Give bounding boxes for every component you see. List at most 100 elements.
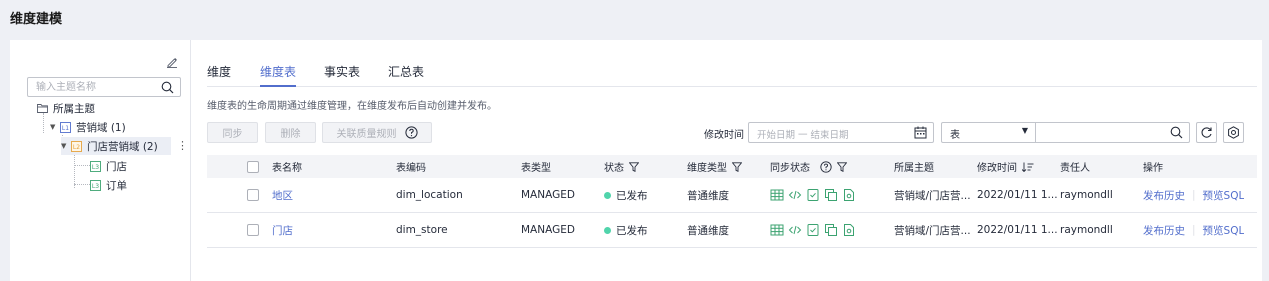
folder-icon bbox=[37, 103, 48, 113]
tab-dimension-table[interactable]: 维度表 bbox=[260, 63, 297, 87]
table-row: 门店 dim_store MANAGED 已发布 普通维度 营销域/门店营...… bbox=[207, 213, 1257, 248]
sync-status-cell bbox=[770, 178, 856, 212]
select-all-checkbox[interactable] bbox=[247, 160, 259, 173]
row-checkbox[interactable] bbox=[247, 224, 259, 236]
delete-button[interactable]: 删除 bbox=[265, 122, 316, 143]
op-separator: | bbox=[1192, 189, 1196, 201]
status-dot bbox=[604, 226, 611, 234]
select-all-cell bbox=[247, 155, 259, 178]
tab-bar: 维度 维度表 事实表 汇总表 bbox=[207, 63, 1257, 87]
tree-node-label: 营销域 (1) bbox=[76, 121, 126, 134]
op-separator: | bbox=[1192, 224, 1196, 236]
table-header: 表名称 表编码 表类型 状态 维度类型 同步状态 所属主题 修改时间 责任人 操… bbox=[207, 155, 1257, 178]
caret-down-icon[interactable]: ▼ bbox=[50, 123, 60, 131]
header-status-cell: 状态 bbox=[604, 155, 639, 178]
sync-button-label: 同步 bbox=[222, 129, 243, 140]
tree-node-root[interactable]: 所属主题 bbox=[37, 99, 95, 117]
more-icon[interactable]: ⋮ bbox=[177, 140, 188, 151]
l3-tag-icon: L3 bbox=[90, 160, 101, 172]
hint-text: 维度表的生命周期通过维度管理，在维度发布后自动创建并发布。 bbox=[207, 101, 497, 112]
table-code: dim_location bbox=[396, 189, 463, 201]
mod-time-label: 修改时间 bbox=[704, 130, 744, 141]
tab-fact-table[interactable]: 事实表 bbox=[324, 63, 360, 87]
ops-cell: 发布历史 | 预览SQL bbox=[1143, 178, 1244, 212]
help-icon[interactable] bbox=[820, 160, 832, 173]
mod-time: 2022/01/11 1... bbox=[977, 189, 1058, 201]
table-type: MANAGED bbox=[521, 189, 575, 201]
quality-rule-label: 关联质量规则 bbox=[336, 129, 397, 140]
filter-icon[interactable] bbox=[629, 161, 639, 172]
header-sync-status: 同步状态 bbox=[770, 163, 810, 174]
code-icon[interactable] bbox=[788, 223, 802, 237]
quality-rule-button[interactable]: 关联质量规则 bbox=[322, 122, 432, 143]
delete-button-label: 删除 bbox=[280, 129, 301, 140]
header-owner: 责任人 bbox=[1060, 163, 1090, 174]
table-name-link[interactable]: 门店 bbox=[272, 213, 293, 247]
document-icon[interactable] bbox=[842, 188, 856, 202]
date-range-picker[interactable]: 开始日期 一 结束日期 bbox=[748, 122, 934, 143]
filter-icon[interactable] bbox=[732, 161, 742, 172]
tab-summary-table[interactable]: 汇总表 bbox=[388, 63, 424, 87]
tree-node-store-marketing[interactable]: ▼ L2 门店营销域 (2) bbox=[61, 137, 171, 155]
status-dot bbox=[604, 191, 611, 199]
owner: raymondll bbox=[1060, 189, 1113, 201]
header-ops: 操作 bbox=[1143, 163, 1163, 174]
filter-icon[interactable] bbox=[837, 161, 847, 172]
tab-dimension[interactable]: 维度 bbox=[207, 63, 231, 87]
header-name: 表名称 bbox=[272, 163, 302, 174]
header-status: 状态 bbox=[604, 163, 624, 174]
publish-history-link[interactable]: 发布历史 bbox=[1143, 188, 1185, 203]
code-icon[interactable] bbox=[788, 188, 802, 202]
header-dim-type-cell: 维度类型 bbox=[687, 155, 742, 178]
topic-tree: 所属主题 ▼ L1 营销域 (1) ▼ L2 门店营销域 (2) ⋮ L3 门店 bbox=[10, 40, 191, 281]
status-text: 已发布 bbox=[616, 224, 648, 237]
topic-search-input[interactable] bbox=[28, 78, 153, 96]
copy-icon[interactable] bbox=[824, 223, 838, 237]
page-title: 维度建模 bbox=[10, 12, 63, 27]
type-select[interactable]: 表 ▼ bbox=[942, 123, 1036, 142]
settings-button[interactable] bbox=[1223, 122, 1244, 143]
status-cell: 已发布 bbox=[604, 213, 648, 247]
svg-text:L2: L2 bbox=[73, 144, 80, 151]
quality-icon[interactable] bbox=[806, 188, 820, 202]
date-range-placeholder: 开始日期 一 结束日期 bbox=[757, 130, 849, 141]
main-panel: 所属主题 ▼ L1 营销域 (1) ▼ L2 门店营销域 (2) ⋮ L3 门店 bbox=[10, 40, 1262, 281]
caret-down-icon[interactable]: ▼ bbox=[61, 142, 71, 150]
help-icon[interactable] bbox=[404, 126, 418, 139]
sync-status-cell bbox=[770, 213, 856, 247]
refresh-button[interactable] bbox=[1196, 122, 1217, 143]
l1-tag-icon: L1 bbox=[60, 121, 71, 133]
search-icon[interactable] bbox=[1170, 126, 1183, 139]
tree-node-store[interactable]: L3 门店 bbox=[90, 157, 127, 175]
calendar-icon[interactable] bbox=[914, 126, 927, 139]
publish-history-link[interactable]: 发布历史 bbox=[1143, 223, 1185, 238]
table-code: dim_store bbox=[396, 224, 448, 236]
owner: raymondll bbox=[1060, 224, 1113, 236]
preview-sql-link[interactable]: 预览SQL bbox=[1203, 188, 1245, 203]
table-name-link[interactable]: 地区 bbox=[272, 178, 293, 212]
table-grid-icon[interactable] bbox=[770, 223, 784, 237]
tree-node-label: 门店营销域 (2) bbox=[87, 140, 158, 153]
sort-icon[interactable] bbox=[1022, 162, 1034, 172]
search-icon[interactable] bbox=[161, 81, 174, 94]
table-type: MANAGED bbox=[521, 224, 575, 236]
document-icon[interactable] bbox=[842, 223, 856, 237]
header-topic: 所属主题 bbox=[894, 163, 934, 174]
l2-tag-icon: L2 bbox=[71, 140, 82, 152]
copy-icon[interactable] bbox=[824, 188, 838, 202]
table-grid-icon[interactable] bbox=[770, 188, 784, 202]
sync-button[interactable]: 同步 bbox=[207, 122, 258, 143]
header-sync-cell: 同步状态 bbox=[770, 155, 847, 178]
quality-icon[interactable] bbox=[806, 223, 820, 237]
header-mod-time-cell: 修改时间 bbox=[977, 155, 1034, 178]
dim-type: 普通维度 bbox=[687, 189, 729, 202]
preview-sql-link[interactable]: 预览SQL bbox=[1203, 223, 1245, 238]
header-dim-type: 维度类型 bbox=[687, 163, 727, 174]
tree-node-marketing[interactable]: ▼ L1 营销域 (1) bbox=[50, 118, 126, 136]
row-checkbox[interactable] bbox=[247, 189, 259, 201]
tree-node-order[interactable]: L3 订单 bbox=[90, 176, 127, 194]
edit-icon[interactable] bbox=[166, 56, 178, 68]
refresh-icon bbox=[1201, 127, 1212, 138]
topic-search-box bbox=[27, 77, 181, 97]
tree-node-label: 门店 bbox=[106, 160, 127, 173]
